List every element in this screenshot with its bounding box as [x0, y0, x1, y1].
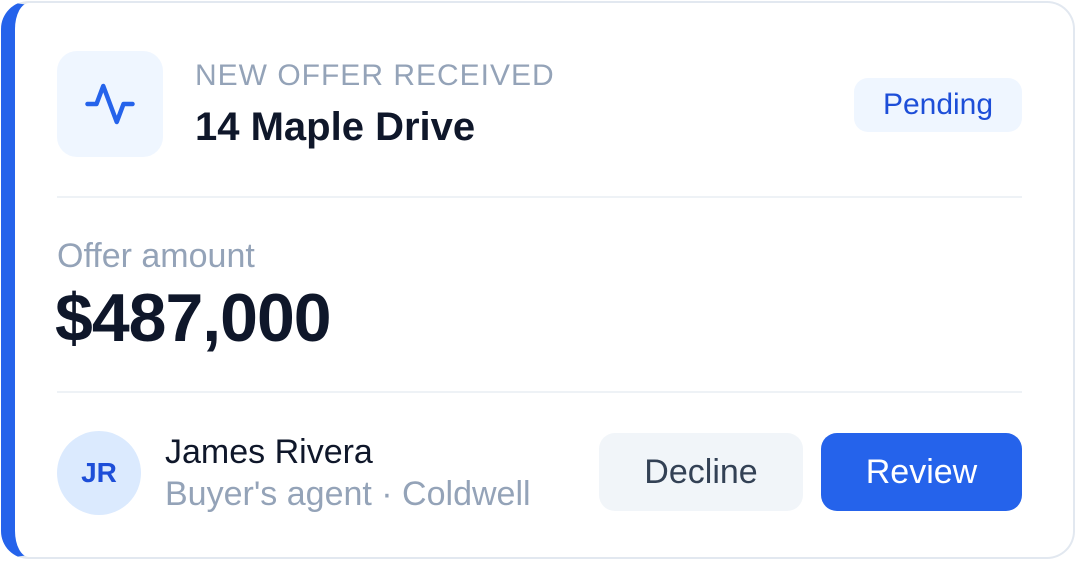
review-button[interactable]: Review [821, 433, 1022, 511]
divider-bottom [57, 391, 1022, 393]
divider-top [57, 196, 1022, 198]
offer-amount-value: $487,000 [55, 280, 332, 356]
agent-role-company: Buyer's agent · Coldwell [165, 475, 531, 513]
property-title: 14 Maple Drive [195, 105, 476, 149]
offer-eyebrow: NEW OFFER RECEIVED [195, 59, 555, 92]
agent-name: James Rivera [165, 433, 373, 471]
decline-button[interactable]: Decline [599, 433, 803, 511]
offer-card: NEW OFFER RECEIVED 14 Maple Drive Pendin… [1, 1, 1075, 559]
activity-pulse-icon [85, 83, 135, 125]
icon-container [57, 51, 163, 157]
offer-amount-label: Offer amount [57, 237, 255, 275]
avatar: JR [57, 431, 141, 515]
status-badge: Pending [854, 78, 1022, 132]
